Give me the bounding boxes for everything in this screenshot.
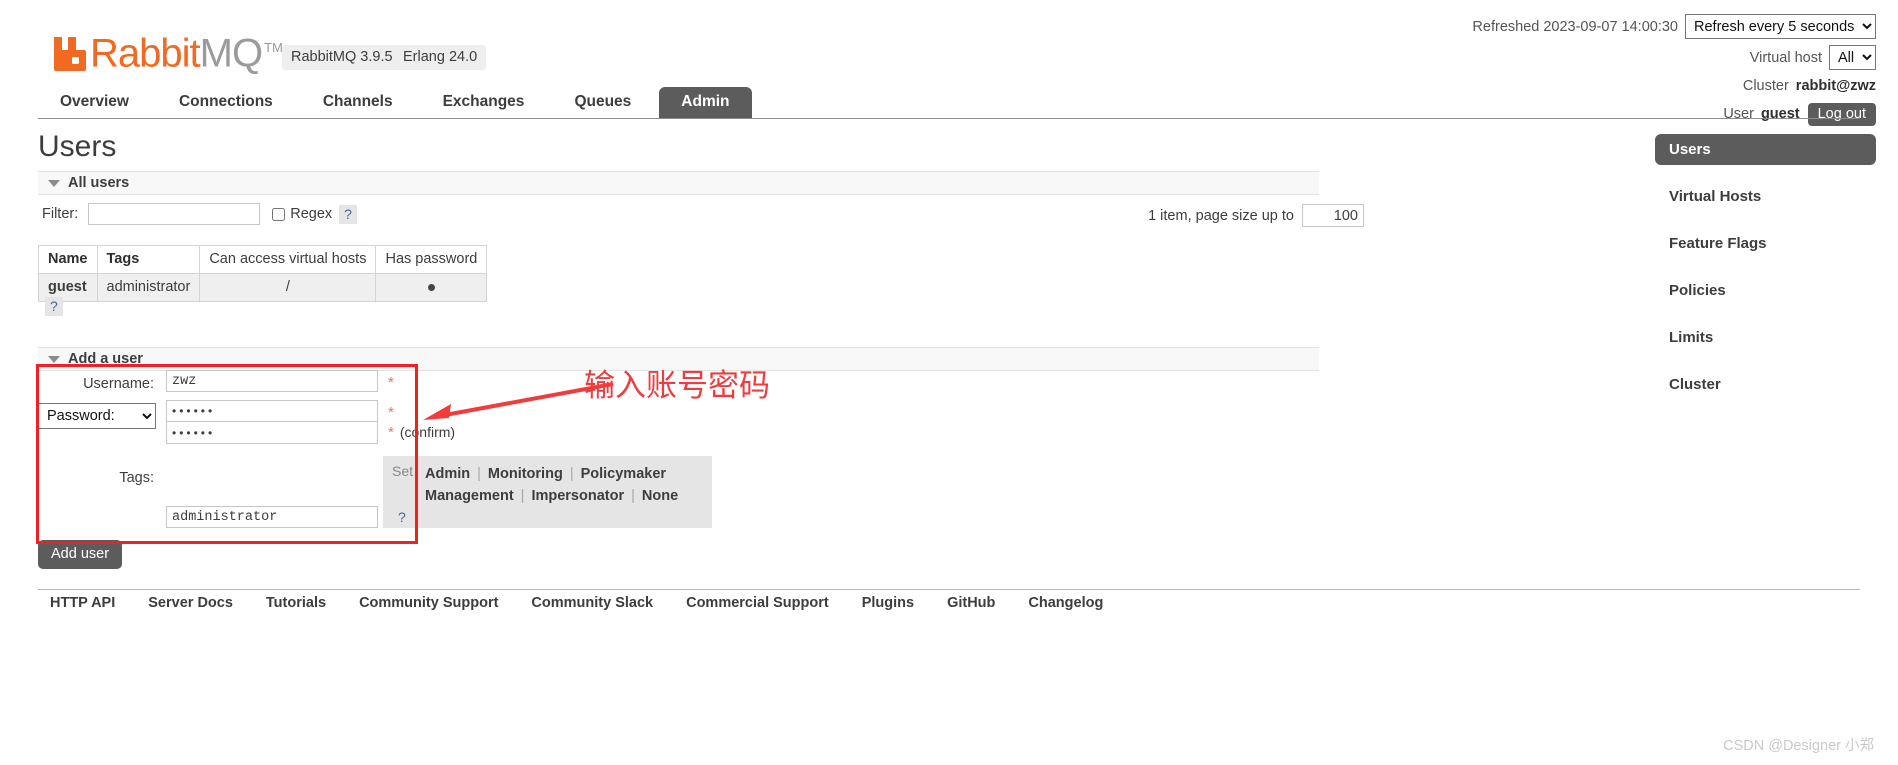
- col-tags[interactable]: Tags: [96, 245, 201, 274]
- tag-link-policymaker[interactable]: Policymaker: [581, 466, 666, 482]
- footer-link-plugins[interactable]: Plugins: [862, 595, 914, 611]
- section-header-all-users[interactable]: All users: [38, 171, 1319, 195]
- table-row[interactable]: guest administrator /: [38, 273, 488, 302]
- password-confirm-input[interactable]: [166, 422, 378, 444]
- col-name[interactable]: Name: [38, 245, 98, 274]
- filter-input[interactable]: [88, 203, 261, 225]
- sidebar-item-limits[interactable]: Limits: [1655, 322, 1876, 353]
- username-input[interactable]: [166, 370, 378, 392]
- tag-separator: |: [569, 466, 574, 482]
- tags-input[interactable]: [166, 506, 378, 528]
- version-pill-rabbitmq: RabbitMQ 3.9.5: [282, 45, 402, 70]
- has-password-dot-icon: [427, 284, 435, 291]
- footer-link-community-slack[interactable]: Community Slack: [531, 595, 653, 611]
- brand-logo[interactable]: RabbitMQ TM: [52, 28, 283, 73]
- cell-tags: administrator: [96, 273, 201, 302]
- page-size-row: 1 item, page size up to: [1148, 204, 1364, 227]
- tab-channels[interactable]: Channels: [301, 87, 415, 118]
- regex-label: Regex: [290, 206, 333, 222]
- tags-help-icon[interactable]: ?: [393, 508, 411, 527]
- col-vhosts: Can access virtual hosts: [199, 245, 377, 274]
- regex-checkbox[interactable]: [272, 207, 286, 221]
- tab-connections[interactable]: Connections: [157, 87, 295, 118]
- tag-links-row1: Admin | Monitoring | Policymaker: [425, 463, 678, 485]
- footer-link-http-api[interactable]: HTTP API: [50, 595, 115, 611]
- username-label: Username:: [83, 376, 154, 392]
- footer-link-commercial-support[interactable]: Commercial Support: [686, 595, 829, 611]
- vhost-label: Virtual host: [1749, 49, 1822, 66]
- cell-vhosts: /: [199, 273, 377, 302]
- tag-separator: |: [631, 488, 635, 504]
- filter-help-icon[interactable]: ?: [339, 204, 357, 224]
- tag-separator: |: [520, 488, 525, 504]
- collapse-triangle-icon: [48, 355, 60, 363]
- footer-link-changelog[interactable]: Changelog: [1028, 595, 1103, 611]
- brand-name-part2: MQ: [199, 31, 263, 76]
- refresh-interval-select[interactable]: Refresh every 5 seconds: [1685, 14, 1876, 39]
- version-pill-erlang: Erlang 24.0: [394, 45, 487, 70]
- footer-divider: [38, 589, 1860, 590]
- confirm-note: (confirm): [399, 424, 456, 440]
- section-label-add-user: Add a user: [68, 351, 143, 367]
- tag-link-monitoring[interactable]: Monitoring: [488, 466, 563, 482]
- tag-separator: |: [477, 466, 481, 482]
- watermark: CSDN @Designer 小郑: [1723, 738, 1874, 754]
- users-table-help-icon[interactable]: ?: [45, 297, 63, 316]
- set-word-label: Set: [392, 463, 414, 479]
- tags-suggestions-panel: Set Admin | Monitoring | Policymaker Managem…: [383, 456, 712, 528]
- tag-links: Admin | Monitoring | Policymaker Management |…: [413, 456, 678, 507]
- page-size-input[interactable]: [1302, 204, 1364, 227]
- regex-toggle[interactable]: Regex: [272, 206, 332, 222]
- tag-links-row2: Management | Impersonator | None: [425, 485, 678, 507]
- tab-admin[interactable]: Admin: [659, 87, 752, 118]
- tag-link-impersonator[interactable]: Impersonator: [531, 488, 624, 504]
- page-title: Users: [38, 130, 117, 163]
- rabbitmq-management-page: RabbitMQ TM RabbitMQ 3.9.5 Erlang 24.0 Re…: [0, 0, 1898, 765]
- sidebar-item-feature-flags[interactable]: Feature Flags: [1655, 228, 1876, 259]
- tag-link-management[interactable]: Management: [425, 488, 514, 504]
- annotation-text: 输入账号密码: [584, 368, 770, 404]
- users-table: Name Tags Can access virtual hosts Has p…: [38, 245, 488, 302]
- sidebar-item-cluster[interactable]: Cluster: [1655, 369, 1876, 400]
- brand-trademark: TM: [264, 40, 283, 55]
- add-user-button[interactable]: Add user: [38, 540, 123, 569]
- password-input[interactable]: [166, 400, 378, 422]
- vhost-select[interactable]: All: [1829, 45, 1876, 70]
- collapse-triangle-icon: [48, 179, 60, 187]
- refresh-row: Refreshed 2023-09-07 14:00:30 Refresh ev…: [1472, 14, 1876, 39]
- brand-name-part1: Rabbit: [90, 31, 201, 76]
- tags-label: Tags:: [119, 470, 154, 486]
- cell-has-password: [375, 273, 488, 302]
- tab-queues[interactable]: Queues: [552, 87, 653, 118]
- refreshed-timestamp: Refreshed 2023-09-07 14:00:30: [1472, 18, 1678, 35]
- filter-row: Filter: Regex ?: [42, 203, 357, 225]
- sidebar-item-virtual-hosts[interactable]: Virtual Hosts: [1655, 181, 1876, 212]
- tag-link-none[interactable]: None: [642, 488, 678, 504]
- password-confirm-required-mark: * (confirm): [388, 424, 456, 441]
- password-type-select[interactable]: Password:: [38, 403, 156, 429]
- footer-link-tutorials[interactable]: Tutorials: [266, 595, 326, 611]
- table-header-row: Name Tags Can access virtual hosts Has p…: [38, 245, 488, 274]
- main-nav: Overview Connections Channels Exchanges …: [38, 87, 1860, 119]
- sidebar-item-users[interactable]: Users: [1655, 134, 1876, 165]
- tag-link-admin[interactable]: Admin: [425, 466, 470, 482]
- footer-link-community-support[interactable]: Community Support: [359, 595, 498, 611]
- tab-exchanges[interactable]: Exchanges: [421, 87, 547, 118]
- filter-label: Filter:: [42, 206, 79, 222]
- section-label-all-users: All users: [68, 175, 130, 191]
- tab-overview[interactable]: Overview: [38, 87, 151, 118]
- footer-links: HTTP API Server Docs Tutorials Community…: [50, 595, 1136, 611]
- password-type-cell: Password:: [38, 400, 166, 429]
- rabbitmq-logo-icon: [54, 37, 86, 72]
- footer-link-server-docs[interactable]: Server Docs: [148, 595, 233, 611]
- vhost-row: Virtual host All: [1472, 45, 1876, 70]
- col-has-password: Has password: [375, 245, 488, 274]
- sidebar-item-policies[interactable]: Policies: [1655, 275, 1876, 306]
- admin-sidebar: Users Virtual Hosts Feature Flags Polici…: [1655, 134, 1876, 416]
- item-count-text: 1 item, page size up to: [1148, 207, 1294, 224]
- footer-link-github[interactable]: GitHub: [947, 595, 995, 611]
